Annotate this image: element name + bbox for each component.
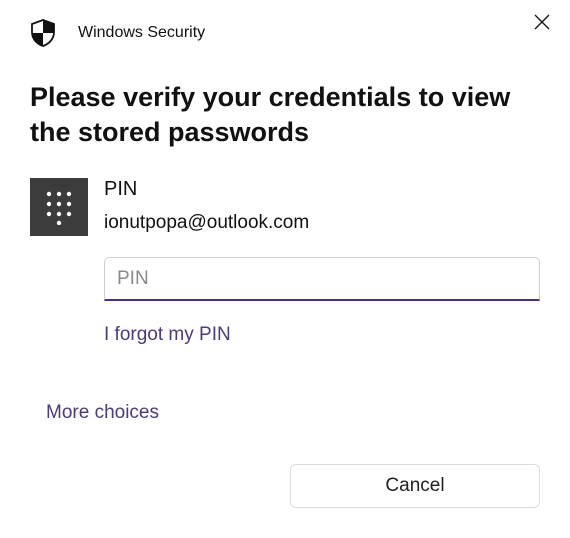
close-button[interactable] (532, 14, 552, 34)
credential-section: PIN ionutpopa@outlook.com I forgot my PI… (0, 166, 570, 346)
pin-pad-icon (30, 178, 88, 236)
credential-method-label: PIN (104, 178, 540, 201)
windows-security-dialog: Windows Security Please verify your cred… (0, 0, 570, 538)
close-icon (534, 14, 550, 35)
prompt-title: Please verify your credentials to view t… (0, 56, 570, 166)
pin-input[interactable] (104, 257, 540, 301)
app-title: Windows Security (78, 24, 205, 42)
dialog-footer: Cancel (290, 464, 540, 508)
shield-icon (30, 20, 56, 46)
credential-email: ionutpopa@outlook.com (104, 212, 540, 234)
credential-info: PIN ionutpopa@outlook.com I forgot my PI… (104, 178, 540, 346)
dialog-header: Windows Security (0, 0, 570, 56)
cancel-button[interactable]: Cancel (290, 464, 540, 508)
more-choices-link[interactable]: More choices (0, 402, 159, 424)
forgot-pin-link[interactable]: I forgot my PIN (104, 324, 540, 346)
